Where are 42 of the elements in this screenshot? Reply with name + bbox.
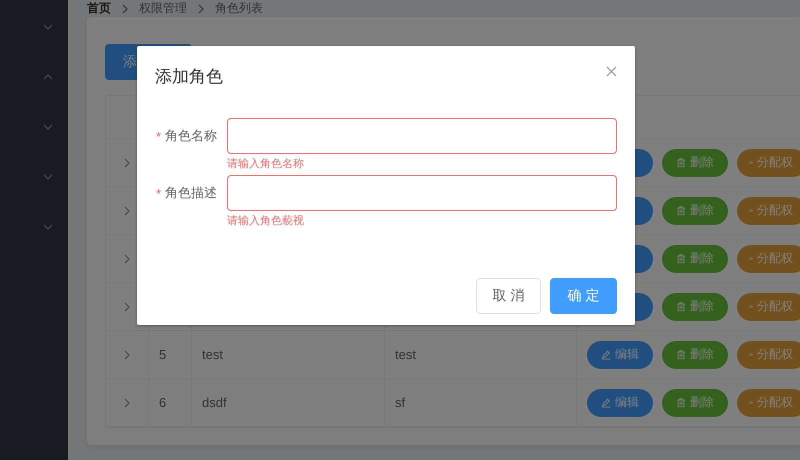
pencil-icon — [601, 397, 611, 408]
edit-button[interactable]: 编辑 — [587, 340, 653, 368]
assign-button[interactable]: 分配权 — [737, 340, 800, 368]
input-field[interactable] — [227, 118, 617, 154]
trash-icon — [676, 205, 686, 216]
delete-button[interactable]: 删除 — [662, 292, 728, 320]
assign-button[interactable]: 分配权 — [737, 148, 800, 176]
delete-button[interactable]: 删除 — [662, 196, 728, 224]
breadcrumb-item[interactable]: 角色列表 — [215, 0, 263, 17]
close-icon — [606, 66, 617, 77]
trash-icon — [676, 349, 686, 360]
pencil-icon — [601, 349, 611, 360]
dialog-title: 添加角色 — [155, 66, 223, 88]
trash-icon — [676, 157, 686, 168]
error-message: 请输入角色名称 — [227, 157, 305, 171]
delete-button[interactable]: 删除 — [662, 148, 728, 176]
trash-icon — [676, 397, 686, 408]
assign-button[interactable]: 分配权 — [737, 244, 800, 272]
breadcrumb-item[interactable]: 首页 — [87, 0, 111, 17]
field-label: * 角色描述 — [155, 184, 218, 202]
assign-button[interactable]: 分配权 — [737, 196, 800, 224]
table-cell: test — [202, 347, 223, 362]
assign-button[interactable]: 分配权 — [737, 292, 800, 320]
field-label: * 角色名称 — [155, 127, 218, 146]
confirm-button[interactable]: 确定 — [550, 278, 617, 314]
trash-icon — [676, 253, 686, 264]
assign-button[interactable]: 分配权 — [737, 388, 800, 416]
table-cell: 6 — [159, 395, 166, 410]
delete-button[interactable]: 删除 — [662, 388, 728, 416]
delete-button[interactable]: 删除 — [662, 340, 728, 368]
table-cell: sf — [395, 395, 406, 410]
trash-icon — [676, 301, 686, 312]
edit-button[interactable]: 编辑 — [587, 388, 653, 416]
table-cell: test — [395, 347, 416, 362]
cancel-button[interactable]: 取消 — [476, 278, 541, 314]
breadcrumb-item[interactable]: 权限管理 — [139, 0, 187, 17]
error-message: 请输入角色藐视 — [227, 214, 305, 228]
delete-button[interactable]: 删除 — [662, 244, 728, 272]
table-cell: dsdf — [202, 395, 227, 410]
close-button[interactable] — [606, 66, 617, 77]
table-cell: 5 — [159, 347, 166, 362]
input-field[interactable] — [227, 175, 617, 211]
